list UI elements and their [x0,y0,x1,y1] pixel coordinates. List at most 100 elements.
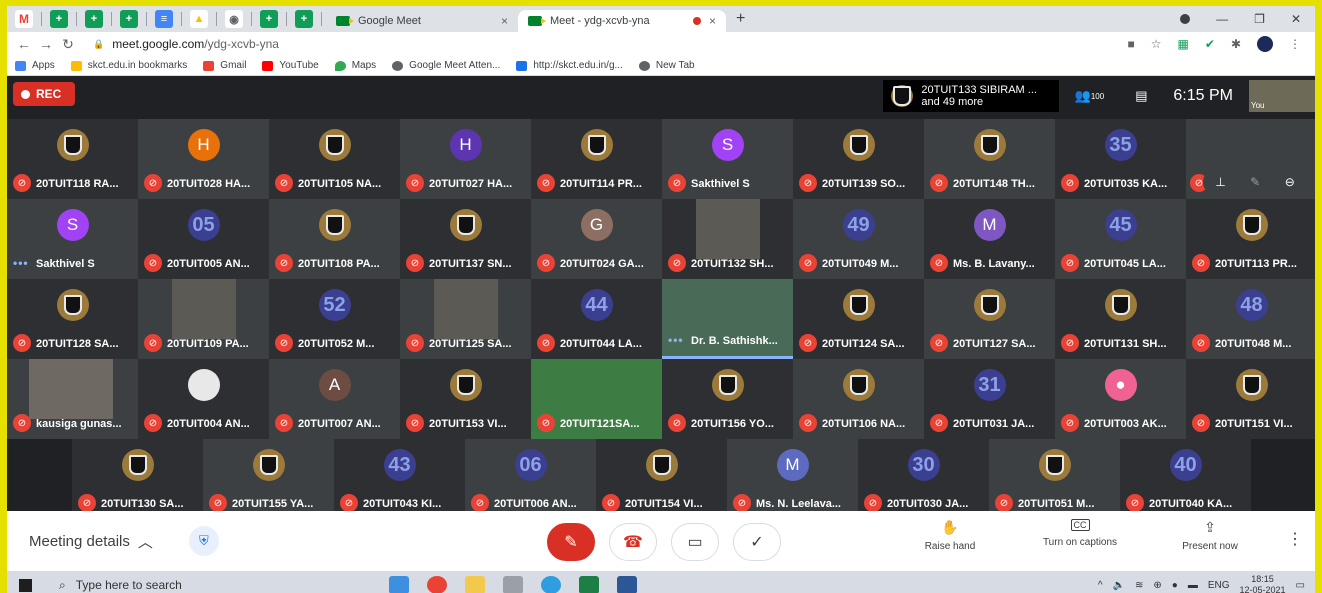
remove-icon[interactable]: ⊖ [1285,175,1295,189]
participant-tile[interactable]: ⊘ 20TUIT118 RA... [7,119,138,199]
wifi-icon[interactable]: ≋ [1135,580,1143,591]
participant-tile[interactable]: ⊘ 20TUIT127 SA... [924,279,1055,359]
participant-tile[interactable]: ⊘ 20TUIT124 SA... [793,279,924,359]
participant-tile[interactable]: M ⊘ Ms. N. Leelava... [727,439,858,519]
participant-tile[interactable]: ⊘ 20TUIT148 TH... [924,119,1055,199]
presenting-indicator[interactable]: 20TUIT133 SIBIRAM ... and 49 more [883,80,1060,112]
minimize-icon[interactable]: — [1216,12,1228,26]
bookmark-new-tab[interactable]: New Tab [638,60,695,71]
battery-icon[interactable]: ▬ [1188,580,1198,591]
participant-tile[interactable]: ⊘ 20TUIT155 YA... [203,439,334,519]
sheets-extension-icon[interactable]: ▦ [1178,37,1189,51]
participant-tile[interactable]: 48 ⊘ 20TUIT048 M... [1186,279,1315,359]
bookmark-maps[interactable]: Maps [334,60,376,71]
participant-tile[interactable]: ••• Dr. B. Sathishk... [662,279,793,359]
gmail-pinned-tab[interactable]: M [15,10,33,28]
participant-tile[interactable]: M ⊘ Ms. B. Lavany... [924,199,1055,279]
menu-kebab-icon[interactable]: ⋮ [1289,37,1301,51]
bookmark-gmail[interactable]: Gmail [203,60,246,71]
close-window-icon[interactable]: ✕ [1291,12,1301,26]
participant-tile[interactable]: ⊘ 20TUIT125 SA... [400,279,531,359]
bookmark-folder[interactable]: skct.edu.in bookmarks [70,60,187,71]
url-field[interactable]: 🔒 meet.google.com/ydg-xcvb-yna [93,37,279,51]
sheets-pinned-tab[interactable]: + [50,10,68,28]
participant-tile[interactable]: 30 ⊘ 20TUIT030 JA... [858,439,989,519]
network-icon[interactable]: ⊕ [1153,580,1161,591]
check-extension-icon[interactable]: ✔ [1205,37,1215,51]
tab-meet-active[interactable]: Meet - ydg-xcvb-yna × [518,10,726,32]
taskview-icon[interactable] [389,576,409,593]
sheets-pinned-tab[interactable]: + [85,10,103,28]
captions-button[interactable]: CC Turn on captions [1015,519,1145,548]
chat-button[interactable]: ▤ [1119,80,1163,112]
more-options-icon[interactable]: ⋮ [1275,519,1315,549]
tab-google-meet[interactable]: Google Meet × [326,10,518,32]
taskbar-clock[interactable]: 18:15 12-05-2021 [1240,574,1286,593]
language-indicator[interactable]: ENG [1208,580,1230,591]
participant-tile[interactable]: ⊘ 20TUIT109 PA... [138,279,269,359]
tray-chevron-icon[interactable]: ^ [1098,580,1103,591]
participant-tile[interactable]: ⊘ 20TUIT132 SH... [662,199,793,279]
chrome-icon[interactable] [427,576,447,593]
new-tab-button[interactable]: + [736,10,745,28]
bookmark-apps[interactable]: Apps [15,60,55,71]
participant-tile[interactable]: ⊘ kausiga gunas... [7,359,138,439]
mute-icon[interactable]: ✎ [1250,175,1260,189]
participant-tile[interactable]: 05 ⊘ 20TUIT005 AN... [138,199,269,279]
participant-tile[interactable]: ● ⊘ 20TUIT003 AK... [1055,359,1186,439]
attendance-check-button[interactable]: ✓ [733,523,781,561]
notification-icon[interactable]: ▭ [1296,580,1305,591]
participant-tile[interactable]: ⊘ 20TUIT130 SA... [72,439,203,519]
participant-tile[interactable]: 49 ⊘ 20TUIT049 M... [793,199,924,279]
people-button[interactable]: 👥 100 [1059,80,1119,112]
close-tab-icon[interactable]: × [501,14,508,28]
participant-tile[interactable]: ⊘ 20TUIT051 M... [989,439,1120,519]
present-now-button[interactable]: ⇪ Present now [1145,519,1275,552]
participant-tile[interactable]: G ⊘ 20TUIT024 GA... [531,199,662,279]
bookmark-meet-attendance[interactable]: Google Meet Atten... [392,60,500,71]
drive-pinned-tab[interactable]: ▲ [190,10,208,28]
back-icon[interactable]: ← [13,36,35,52]
word-icon[interactable] [617,576,637,593]
taskbar-search[interactable]: ⌕ Type here to search [43,578,353,593]
participant-tile[interactable]: ⊘ 20TUIT121SA... [531,359,662,439]
participant-tile[interactable]: ⊘ 20TUIT153 VI... [400,359,531,439]
participant-tile[interactable]: 40 ⊘ 20TUIT040 KA... [1120,439,1251,519]
participant-tile[interactable]: ⊘ 20TUIT106 NA... [793,359,924,439]
participant-tile[interactable]: ⊘ 20TUIT004 AN... [138,359,269,439]
participant-tile[interactable]: ⊘ 20TUIT128 SA... [7,279,138,359]
file-explorer-icon[interactable] [465,576,485,593]
mic-tray-icon[interactable]: ● [1172,580,1178,591]
globe-pinned-tab[interactable]: ◉ [225,10,243,28]
raise-hand-button[interactable]: ✋ Raise hand [885,519,1015,552]
participant-tile[interactable]: ⊘ 20TUIT108 PA... [269,199,400,279]
camera-blocked-icon[interactable]: ■ [1128,37,1135,51]
participant-tile[interactable]: 31 ⊘ 20TUIT031 JA... [924,359,1055,439]
sheets-pinned-tab[interactable]: + [260,10,278,28]
forward-icon[interactable]: → [35,36,57,52]
meeting-details-button[interactable]: Meeting details ︿ [29,531,153,552]
participant-tile[interactable]: 52 ⊘ 20TUIT052 M... [269,279,400,359]
sheets-pinned-tab[interactable]: + [120,10,138,28]
participant-tile[interactable]: H ⊘ 20TUIT028 HA... [138,119,269,199]
participant-tile[interactable]: ⊘ 20TUIT131 SH... [1055,279,1186,359]
participant-tile[interactable]: 35 ⊘ 20TUIT035 KA... [1055,119,1186,199]
participant-tile[interactable]: ⊘ 20TUIT154 VI... [596,439,727,519]
participant-tile[interactable]: S ••• Sakthivel S [7,199,138,279]
participant-tile[interactable]: ⊘ 20TUIT113 PR... [1186,199,1315,279]
participant-tile[interactable]: ⊘ 20TUIT114 PR... [531,119,662,199]
avatar[interactable] [1257,36,1273,52]
participant-tile[interactable]: ⊘ 20TUIT105 NA... [269,119,400,199]
docs-pinned-tab[interactable]: ≡ [155,10,173,28]
reload-icon[interactable]: ↻ [57,36,79,53]
participant-tile[interactable]: A ⊘ 20TUIT007 AN... [269,359,400,439]
participant-tile[interactable]: ⊘ 20TUIT151 VI... [1186,359,1315,439]
start-button[interactable] [7,578,43,592]
participant-tile[interactable]: ⊘ 20TUIT139 SO... [793,119,924,199]
self-view-tile[interactable]: You [1249,80,1315,112]
host-controls-icon[interactable]: ⛨ [188,526,219,556]
camera-toggle-button[interactable]: ▭ [671,523,719,561]
leave-call-button[interactable]: ☎ [609,523,657,561]
participant-tile[interactable]: 45 ⊘ 20TUIT045 LA... [1055,199,1186,279]
participant-tile[interactable]: H ⊘ 20TUIT027 HA... [400,119,531,199]
